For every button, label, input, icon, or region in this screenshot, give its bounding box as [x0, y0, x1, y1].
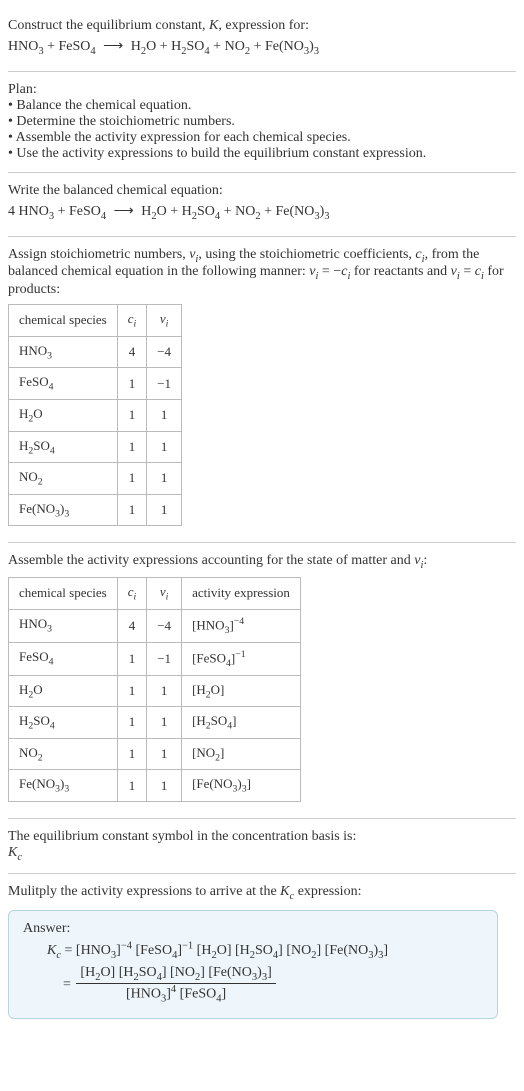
col-species: chemical species	[9, 578, 118, 610]
activity-section: Assemble the activity expressions accoun…	[8, 543, 516, 819]
col-species: chemical species	[9, 305, 118, 337]
balanced-equation: 4 HNO3 + FeSO4 ⟶ H2O + H2SO4 + NO2 + Fe(…	[8, 203, 516, 222]
symbol-desc: The equilibrium constant symbol in the c…	[8, 829, 516, 845]
plan-section: Plan: • Balance the chemical equation. •…	[8, 72, 516, 173]
table-row: H2O11[H2O]	[9, 675, 301, 707]
table-row: H2SO411	[9, 431, 182, 463]
answer-label: Answer:	[23, 921, 483, 937]
reaction-arrow-icon: ⟶	[110, 203, 138, 220]
symbol-Kc: Kc	[8, 845, 516, 863]
symbol-section: The equilibrium constant symbol in the c…	[8, 819, 516, 874]
intro-pre: Construct the equilibrium constant,	[8, 18, 209, 33]
fraction: [H2O] [H2SO4] [NO2] [Fe(NO3)3] [HNO3]4 […	[76, 965, 275, 1004]
plan-bullet: • Use the activity expressions to build …	[8, 146, 516, 162]
col-c: ci	[117, 305, 147, 337]
activity-table: chemical species ci νi activity expressi…	[8, 577, 301, 802]
answer-box: Answer: Kc = [HNO3]−4 [FeSO4]−1 [H2O] [H…	[8, 910, 498, 1020]
stoich-table: chemical species ci νi HNO34−4 FeSO41−1 …	[8, 304, 182, 526]
table-row: Fe(NO3)311	[9, 494, 182, 526]
col-c: ci	[117, 578, 147, 610]
fraction-numerator: [H2O] [H2SO4] [NO2] [Fe(NO3)3]	[76, 965, 275, 984]
final-title: Mulitply the activity expressions to arr…	[8, 884, 516, 902]
balanced-title: Write the balanced chemical equation:	[8, 183, 516, 199]
answer-expression: Kc = [HNO3]−4 [FeSO4]−1 [H2O] [H2SO4] [N…	[23, 941, 483, 1005]
table-row: NO211	[9, 463, 182, 495]
fraction-denominator: [HNO3]4 [FeSO4]	[76, 984, 275, 1004]
stoich-desc: Assign stoichiometric numbers, νi, using…	[8, 247, 516, 299]
unbalanced-equation: HNO3 + FeSO4 ⟶ H2O + H2SO4 + NO2 + Fe(NO…	[8, 38, 516, 57]
final-section: Mulitply the activity expressions to arr…	[8, 874, 516, 1030]
intro-K: K	[209, 18, 218, 33]
col-nu: νi	[147, 578, 182, 610]
table-row: NO211[NO2]	[9, 738, 301, 770]
activity-desc: Assemble the activity expressions accoun…	[8, 553, 516, 571]
reaction-arrow-icon: ⟶	[99, 38, 127, 55]
table-row: FeSO41−1	[9, 368, 182, 400]
col-nu: νi	[147, 305, 182, 337]
balanced-section: Write the balanced chemical equation: 4 …	[8, 173, 516, 237]
table-row: H2O11	[9, 399, 182, 431]
table-row: Fe(NO3)311[Fe(NO3)3]	[9, 770, 301, 802]
plan-bullet: • Determine the stoichiometric numbers.	[8, 114, 516, 130]
table-row: HNO34−4[HNO3]−4	[9, 609, 301, 642]
table-row: FeSO41−1[FeSO4]−1	[9, 642, 301, 675]
table-header-row: chemical species ci νi	[9, 305, 182, 337]
col-activity: activity expression	[182, 578, 301, 610]
intro-text: Construct the equilibrium constant, K, e…	[8, 18, 516, 34]
stoich-section: Assign stoichiometric numbers, νi, using…	[8, 237, 516, 544]
plan-bullet: • Balance the chemical equation.	[8, 98, 516, 114]
table-row: H2SO411[H2SO4]	[9, 707, 301, 739]
intro-section: Construct the equilibrium constant, K, e…	[8, 8, 516, 72]
plan-title: Plan:	[8, 82, 516, 98]
table-header-row: chemical species ci νi activity expressi…	[9, 578, 301, 610]
table-row: HNO34−4	[9, 336, 182, 368]
intro-post: , expression for:	[218, 18, 309, 33]
plan-bullet: • Assemble the activity expression for e…	[8, 130, 516, 146]
